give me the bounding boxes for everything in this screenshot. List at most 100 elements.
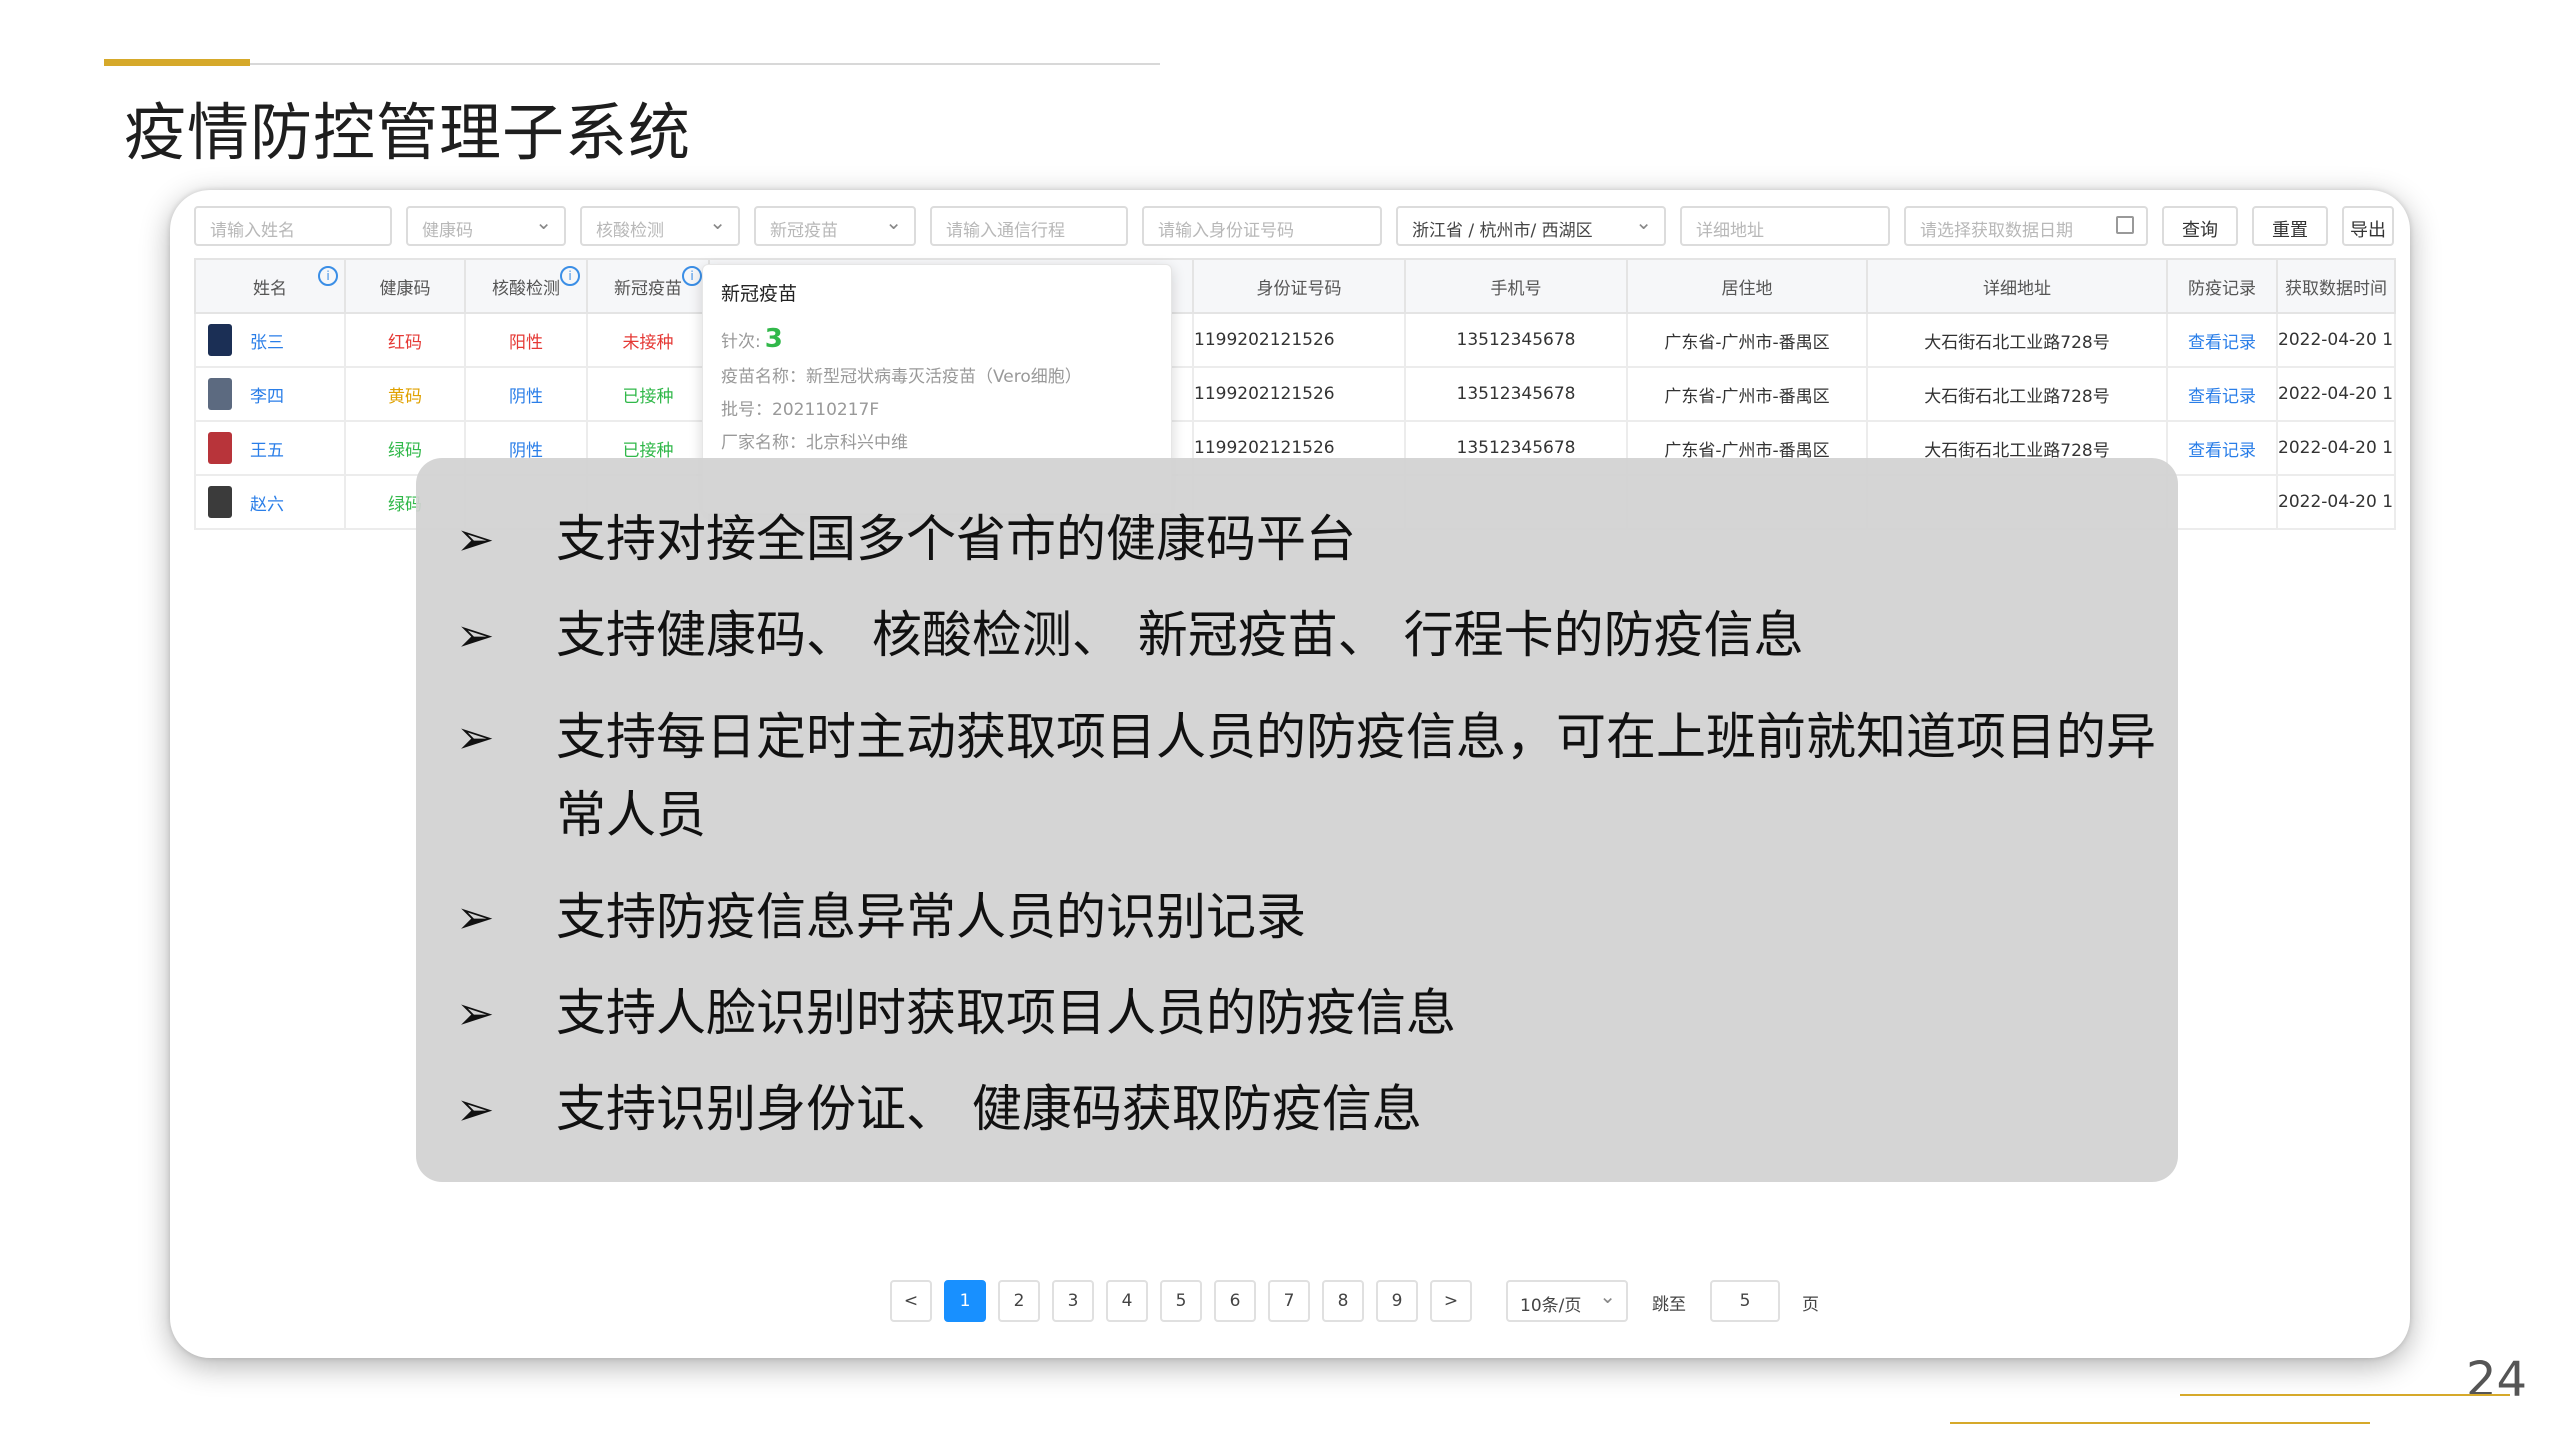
col-address: 详细地址 (1866, 258, 2168, 314)
fetch-time-value: 2022-04-20 12:00:00 (2276, 366, 2396, 422)
page-size-select[interactable]: 10条/页 (1506, 1280, 1628, 1322)
calendar-icon (2116, 216, 2134, 234)
popover-title: 新冠疫苗 (721, 283, 798, 305)
avatar (208, 378, 232, 410)
jump-page-input[interactable]: 5 (1710, 1280, 1780, 1322)
health-code-value: 黄码 (344, 366, 466, 422)
dose-label: 针次: (721, 332, 761, 352)
reset-button[interactable]: 重置 (2252, 206, 2328, 246)
id-number-value: 1199202121526 (1192, 366, 1406, 422)
health-code-value: 红码 (344, 312, 466, 368)
page-number: 24 (2466, 1352, 2528, 1408)
id-number-input[interactable]: 请输入身份证号码 (1142, 206, 1382, 246)
residence-value: 广东省-广州市-番禺区 (1626, 312, 1868, 368)
info-icon[interactable]: i (318, 266, 338, 286)
info-icon[interactable]: i (560, 266, 580, 286)
avatar (208, 486, 232, 518)
pagination: < 1 2 3 4 5 6 7 8 9 > 10条/页 跳至 5 页 (890, 1280, 1890, 1324)
footer-line (1950, 1422, 2370, 1424)
jump-label: 跳至 (1652, 1295, 1686, 1315)
arrow-bullet-icon: ➢ (456, 512, 495, 566)
table-row[interactable]: 张三 红码 阳性 未接种 1199202121526 13512345678 广… (194, 312, 2396, 368)
address-value: 大石街石北工业路728号 (1866, 366, 2168, 422)
title-accent-bar (104, 59, 250, 66)
date-placeholder: 请选择获取数据日期 (1920, 221, 2073, 241)
page-button-6[interactable]: 6 (1214, 1280, 1256, 1322)
col-vaccine: 新冠疫苗 i (586, 258, 710, 314)
filter-bar: 请输入姓名 健康码 核酸检测 新冠疫苗 请输入通信行程 请输入身份证号码 浙江省… (194, 206, 2394, 252)
person-name[interactable]: 赵六 (250, 495, 284, 515)
feature-item: ➢ 支持识别身份证、 健康码获取防疫信息 (456, 1070, 2156, 1148)
table-row[interactable]: 李四 黄码 阴性 已接种 1199202121526 13512345678 广… (194, 366, 2396, 422)
vaccine-name: 疫苗名称：新型冠状病毒灭活疫苗（Vero细胞） (721, 367, 1082, 387)
address-input[interactable]: 详细地址 (1680, 206, 1890, 246)
col-id-number: 身份证号码 (1192, 258, 1406, 314)
arrow-bullet-icon: ➢ (456, 608, 495, 662)
col-nucleic-test: 核酸检测 i (464, 258, 588, 314)
phone-value: 13512345678 (1404, 312, 1628, 368)
footer-line (2180, 1394, 2510, 1396)
feature-item: ➢ 支持每日定时主动获取项目人员的防疫信息，可在上班前就知道项目的异常人员 (456, 698, 2156, 854)
avatar (208, 324, 232, 356)
health-code-select[interactable]: 健康码 (406, 206, 566, 246)
fetch-time-value: 2022-04-20 12:00:00 (2276, 474, 2396, 530)
fetch-time-value: 2022-04-20 12:00:00 (2276, 312, 2396, 368)
arrow-bullet-icon: ➢ (456, 1082, 495, 1136)
arrow-bullet-icon: ➢ (456, 710, 495, 764)
page-unit-label: 页 (1802, 1295, 1819, 1315)
feature-item: ➢ 支持健康码、 核酸检测、 新冠疫苗、 行程卡的防疫信息 (456, 596, 2156, 674)
manufacturer: 厂家名称：北京科兴中维 (721, 433, 908, 453)
dose-value: 3 (764, 324, 783, 354)
col-name: 姓名 i (194, 258, 346, 314)
person-name[interactable]: 王五 (250, 441, 284, 461)
nucleic-value: 阴性 (464, 366, 588, 422)
view-record-link[interactable]: 查看记录 (2166, 312, 2278, 368)
batch-number: 批号：202110217F (721, 400, 880, 420)
name-input[interactable]: 请输入姓名 (194, 206, 392, 246)
arrow-bullet-icon: ➢ (456, 890, 495, 944)
page-button-1[interactable]: 1 (944, 1280, 986, 1322)
info-icon[interactable]: i (682, 266, 702, 286)
page-button-4[interactable]: 4 (1106, 1280, 1148, 1322)
vaccine-value: 未接种 (586, 312, 710, 368)
nucleic-test-select[interactable]: 核酸检测 (580, 206, 740, 246)
page-button-8[interactable]: 8 (1322, 1280, 1364, 1322)
col-record: 防疫记录 (2166, 258, 2278, 314)
view-record-link[interactable]: 查看记录 (2166, 420, 2278, 476)
col-phone: 手机号 (1404, 258, 1628, 314)
view-record-link[interactable]: 查看记录 (2166, 366, 2278, 422)
vaccine-select[interactable]: 新冠疫苗 (754, 206, 916, 246)
page-button-3[interactable]: 3 (1052, 1280, 1094, 1322)
id-number-value: 1199202121526 (1192, 312, 1406, 368)
address-value: 大石街石北工业路728号 (1866, 312, 2168, 368)
page-button-2[interactable]: 2 (998, 1280, 1040, 1322)
feature-item: ➢ 支持人脸识别时获取项目人员的防疫信息 (456, 974, 2156, 1052)
page-button-9[interactable]: 9 (1376, 1280, 1418, 1322)
page-button-7[interactable]: 7 (1268, 1280, 1310, 1322)
phone-value: 13512345678 (1404, 366, 1628, 422)
feature-panel: ➢ 支持对接全国多个省市的健康码平台 ➢ 支持健康码、 核酸检测、 新冠疫苗、 行程… (416, 458, 2178, 1182)
col-residence: 居住地 (1626, 258, 1868, 314)
feature-item: ➢ 支持防疫信息异常人员的识别记录 (456, 878, 2156, 956)
arrow-bullet-icon: ➢ (456, 986, 495, 1040)
page-button-5[interactable]: 5 (1160, 1280, 1202, 1322)
fetch-time-value: 2022-04-20 12:00:00 (2276, 420, 2396, 476)
slide-title: 疫情防控管理子系统 (124, 96, 692, 169)
avatar (208, 432, 232, 464)
residence-value: 广东省-广州市-番禺区 (1626, 366, 1868, 422)
table-header-row: 姓名 i 健康码 核酸检测 i 新冠疫苗 i 身份证号码 手机号 居住地 详细地址 防… (194, 258, 2396, 314)
title-divider (250, 63, 1160, 65)
region-cascader[interactable]: 浙江省 / 杭州市/ 西湖区 (1396, 206, 1666, 246)
query-button[interactable]: 查询 (2162, 206, 2238, 246)
col-health-code: 健康码 (344, 258, 466, 314)
date-picker[interactable]: 请选择获取数据日期 (1904, 206, 2148, 246)
nucleic-value: 阳性 (464, 312, 588, 368)
feature-item: ➢ 支持对接全国多个省市的健康码平台 (456, 500, 2156, 578)
trip-input[interactable]: 请输入通信行程 (930, 206, 1128, 246)
export-button[interactable]: 导出 (2342, 206, 2394, 246)
person-name[interactable]: 李四 (250, 387, 284, 407)
col-fetch-time: 获取数据时间 (2276, 258, 2396, 314)
person-name[interactable]: 张三 (250, 333, 284, 353)
prev-page-button[interactable]: < (890, 1280, 932, 1322)
next-page-button[interactable]: > (1430, 1280, 1472, 1322)
